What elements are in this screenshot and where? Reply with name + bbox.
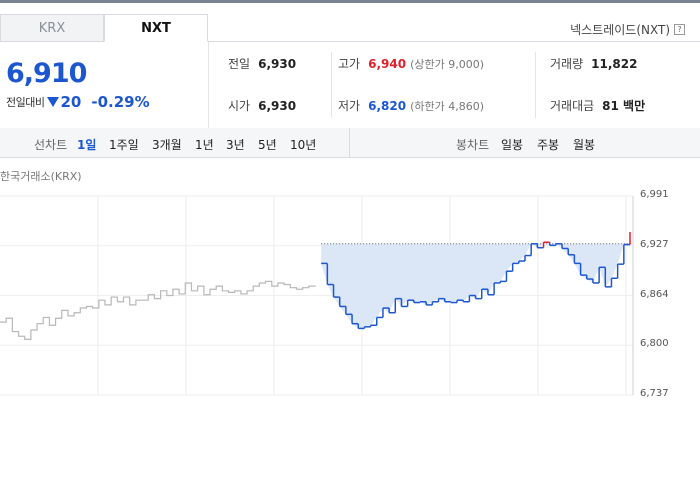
- chart-caption: 한국거래소(KRX): [0, 170, 82, 183]
- period-3m[interactable]: 3개월: [152, 136, 182, 153]
- y-tick-label: 6,991: [640, 189, 669, 200]
- market-title-text: 넥스트레이드(NXT): [570, 23, 670, 37]
- below-reference-fill: [321, 243, 630, 329]
- candle-chart-label: 봉차트: [456, 138, 490, 152]
- current-price: 6,910: [6, 58, 87, 89]
- period-10y[interactable]: 10년: [290, 136, 316, 153]
- stat-label: 시가: [228, 99, 251, 113]
- stat-value: 6,940: [368, 57, 407, 71]
- stat-label: 전일: [228, 57, 251, 71]
- stat-open: 시가 6,930: [228, 97, 296, 114]
- stat-label: 거래대금: [550, 99, 595, 113]
- y-tick-label: 6,864: [640, 288, 669, 300]
- period-bar: 선차트 1일 1주일 3개월 1년 3년 5년 10년 봉차트 일봉 주봉 월봉: [0, 128, 700, 158]
- divider: [331, 52, 332, 118]
- stat-label: 거래량: [550, 57, 584, 71]
- stat-value: 11,822: [591, 57, 638, 71]
- upper-limit: (상한가 9,000): [410, 58, 484, 71]
- stat-value: 6,930: [258, 57, 297, 71]
- period-3y[interactable]: 3년: [226, 136, 245, 153]
- stat-prev-close: 전일 6,930: [228, 55, 296, 72]
- tab-krx[interactable]: KRX: [0, 14, 104, 42]
- stat-label: 저가: [338, 99, 361, 113]
- chart-svg: [0, 195, 634, 396]
- stat-volume: 거래량 11,822: [550, 55, 637, 72]
- tab-nxt[interactable]: NXT: [104, 14, 208, 42]
- market-title: 넥스트레이드(NXT) ?: [570, 21, 685, 38]
- divider: [535, 52, 536, 118]
- change-amount: 20: [60, 93, 82, 111]
- y-tick-label: 6,927: [640, 238, 669, 250]
- line-chart-label: 선차트: [34, 138, 68, 152]
- down-arrow-icon: [47, 97, 60, 107]
- change-percent: -0.29%: [91, 93, 150, 111]
- stat-low: 저가 6,820 (하한가 4,860): [338, 97, 484, 114]
- period-1y[interactable]: 1년: [195, 136, 214, 153]
- stat-value: 6,930: [258, 99, 297, 113]
- price-chart[interactable]: 6,991 6,927 6,864 6,800 6,737: [0, 189, 700, 400]
- price-change: 전일대비 20 -0.29%: [6, 93, 150, 111]
- stat-value: 6,820: [368, 99, 407, 113]
- stat-amount: 거래대금 81 백만: [550, 97, 645, 114]
- lower-limit: (하한가 4,860): [410, 100, 484, 113]
- period-1w[interactable]: 1주일: [109, 136, 139, 153]
- top-border: [0, 0, 700, 3]
- help-icon[interactable]: ?: [674, 24, 685, 35]
- y-tick-label: 6,737: [640, 388, 669, 399]
- stat-value: 81 백만: [602, 99, 646, 113]
- period-bar-divider: [349, 128, 350, 158]
- divider: [208, 42, 209, 128]
- stat-label: 고가: [338, 57, 361, 71]
- period-5y[interactable]: 5년: [258, 136, 277, 153]
- krx-series-line: [0, 280, 316, 340]
- candle-daily[interactable]: 일봉: [501, 136, 523, 153]
- stat-high: 고가 6,940 (상한가 9,000): [338, 55, 484, 72]
- candle-weekly[interactable]: 주봉: [537, 136, 559, 153]
- tab-baseline: [208, 41, 700, 42]
- y-tick-label: 6,800: [640, 338, 669, 350]
- period-1d[interactable]: 1일: [77, 136, 96, 153]
- candle-monthly[interactable]: 월봉: [573, 136, 595, 153]
- change-label: 전일대비: [6, 96, 45, 109]
